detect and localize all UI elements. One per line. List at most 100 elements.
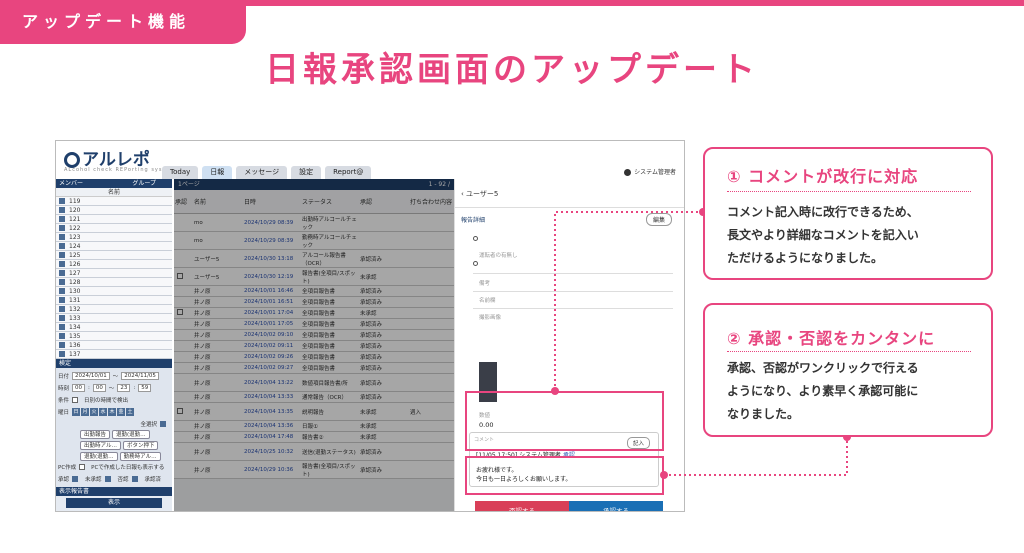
list-item[interactable]: 122 bbox=[56, 224, 172, 233]
weekday-button[interactable]: 木 bbox=[108, 408, 117, 416]
member-name: 132 bbox=[69, 305, 81, 313]
callout-2-line-1: 承認、否認がワンクリックで行える bbox=[727, 361, 919, 375]
user-menu[interactable]: システム管理者 bbox=[624, 167, 676, 176]
callout-2-line-2: ようになり、より素早く承認可能に bbox=[727, 384, 919, 398]
list-item[interactable]: 125 bbox=[56, 251, 172, 260]
list-item[interactable]: 127 bbox=[56, 269, 172, 278]
member-checkbox[interactable] bbox=[59, 225, 65, 231]
weekday-buttons: 日月火水木金土 bbox=[72, 408, 135, 416]
member-name: 131 bbox=[69, 296, 81, 304]
field-label-name: 名前欄 bbox=[479, 298, 496, 304]
member-checkbox[interactable] bbox=[59, 198, 65, 204]
approve-button[interactable]: 承認する bbox=[569, 501, 663, 511]
opt-denied-checkbox[interactable] bbox=[104, 476, 111, 482]
member-checkbox[interactable] bbox=[59, 342, 65, 348]
member-checkbox[interactable] bbox=[59, 252, 65, 258]
member-checkbox[interactable] bbox=[59, 351, 65, 357]
member-name: 122 bbox=[69, 224, 81, 232]
member-checkbox[interactable] bbox=[59, 261, 65, 267]
date-to-input[interactable]: 2024/11/05 bbox=[121, 372, 159, 380]
weekday-button[interactable]: 日 bbox=[72, 408, 81, 416]
member-name: 119 bbox=[69, 197, 81, 205]
member-checkbox[interactable] bbox=[59, 216, 65, 222]
radio-icon[interactable] bbox=[473, 261, 478, 266]
callout-2-line-3: なりました。 bbox=[727, 407, 800, 421]
list-item[interactable]: 134 bbox=[56, 323, 172, 332]
report-type-chip[interactable]: 出勤報告 bbox=[80, 430, 111, 439]
time-label: 時刻 bbox=[58, 386, 70, 392]
member-checkbox[interactable] bbox=[59, 306, 65, 312]
member-list: 119 120 121 122 123 124 125 126 127 128 130 131 132 1… bbox=[56, 197, 172, 359]
callout-1-divider bbox=[727, 191, 971, 192]
member-checkbox[interactable] bbox=[59, 270, 65, 276]
member-name: 133 bbox=[69, 314, 81, 322]
list-item[interactable]: 120 bbox=[56, 206, 172, 215]
member-checkbox[interactable] bbox=[59, 279, 65, 285]
tab-settings[interactable]: 設定 bbox=[291, 166, 322, 179]
date-from-input[interactable]: 2024/10/01 bbox=[72, 372, 110, 380]
opt-unapproved-checkbox[interactable] bbox=[72, 476, 79, 482]
member-name: 134 bbox=[69, 323, 81, 331]
tab-messages[interactable]: メッセージ bbox=[236, 166, 288, 179]
report-type-chip[interactable]: 退勤(退勤… bbox=[80, 452, 118, 461]
pc-text: PCで作成した日報も表示する bbox=[91, 465, 165, 471]
list-item[interactable]: 124 bbox=[56, 242, 172, 251]
hour-from-select[interactable]: 00 bbox=[72, 384, 86, 392]
min-from-select[interactable]: 00 bbox=[92, 384, 106, 392]
member-checkbox[interactable] bbox=[59, 288, 65, 294]
weekday-button[interactable]: 水 bbox=[99, 408, 108, 416]
tab-report-at[interactable]: Report@ bbox=[325, 166, 372, 179]
member-checkbox[interactable] bbox=[59, 207, 65, 213]
section-tag: アップデート機能 bbox=[0, 0, 246, 44]
member-checkbox[interactable] bbox=[59, 243, 65, 249]
tab-today[interactable]: Today bbox=[162, 166, 199, 179]
list-item[interactable]: 131 bbox=[56, 296, 172, 305]
list-item[interactable]: 132 bbox=[56, 305, 172, 314]
member-checkbox[interactable] bbox=[59, 297, 65, 303]
weekday-button[interactable]: 金 bbox=[117, 408, 126, 416]
weekday-label: 曜日 bbox=[58, 410, 70, 416]
list-item[interactable]: 135 bbox=[56, 332, 172, 341]
list-item[interactable]: 133 bbox=[56, 314, 172, 323]
select-all-checkbox[interactable] bbox=[160, 421, 166, 427]
tab-daily-report[interactable]: 日報 bbox=[202, 166, 233, 179]
weekday-button[interactable]: 月 bbox=[81, 408, 90, 416]
list-item[interactable]: 128 bbox=[56, 278, 172, 287]
opt-unapproved: 未承認 bbox=[85, 477, 102, 483]
back-label: ユーザー5 bbox=[466, 190, 499, 198]
opt-approved-checkbox[interactable] bbox=[131, 476, 138, 482]
member-name: 130 bbox=[69, 287, 81, 295]
member-checkbox[interactable] bbox=[59, 315, 65, 321]
member-checkbox[interactable] bbox=[59, 324, 65, 330]
list-item[interactable]: 126 bbox=[56, 260, 172, 269]
group-button[interactable]: グループ bbox=[132, 179, 172, 188]
list-item[interactable]: 121 bbox=[56, 215, 172, 224]
list-item[interactable]: 137 bbox=[56, 350, 172, 359]
report-type-chip[interactable]: 勤務時アル… bbox=[119, 452, 161, 461]
modal-overlay[interactable] bbox=[174, 179, 454, 511]
back-link[interactable]: ‹ ユーザー5 bbox=[461, 189, 498, 199]
list-item[interactable]: 136 bbox=[56, 341, 172, 350]
list-item[interactable]: 130 bbox=[56, 287, 172, 296]
field-label-note: 備考 bbox=[479, 281, 491, 287]
min-to-select[interactable]: 59 bbox=[138, 384, 152, 392]
edit-button[interactable]: 編集 bbox=[645, 213, 672, 226]
report-type-chip[interactable]: 退勤(退勤… bbox=[112, 430, 150, 439]
show-button[interactable]: 表示 bbox=[66, 498, 162, 508]
weekday-button[interactable]: 火 bbox=[90, 408, 99, 416]
list-item[interactable]: 123 bbox=[56, 233, 172, 242]
member-checkbox[interactable] bbox=[59, 333, 65, 339]
radio-icon[interactable] bbox=[473, 236, 478, 241]
sidebar: メンバー グループ 名前 119 120 121 122 123 124 125 126 127 1… bbox=[56, 179, 172, 511]
pc-checkbox[interactable] bbox=[79, 464, 86, 470]
divider bbox=[473, 308, 673, 309]
callout-approve-deny: ② 承認・否認をカンタンに 承認、否認がワンクリックで行える ようになり、より素… bbox=[703, 303, 993, 437]
list-item[interactable]: 119 bbox=[56, 197, 172, 206]
report-type-chip[interactable]: 出勤時アル… bbox=[80, 441, 121, 450]
weekday-button[interactable]: 土 bbox=[126, 408, 135, 416]
hour-to-select[interactable]: 23 bbox=[117, 384, 131, 392]
cond-checkbox[interactable] bbox=[72, 397, 79, 403]
deny-button[interactable]: 否認する bbox=[475, 501, 569, 511]
report-type-chip[interactable]: ボタン押下 bbox=[122, 441, 159, 450]
member-checkbox[interactable] bbox=[59, 234, 65, 240]
